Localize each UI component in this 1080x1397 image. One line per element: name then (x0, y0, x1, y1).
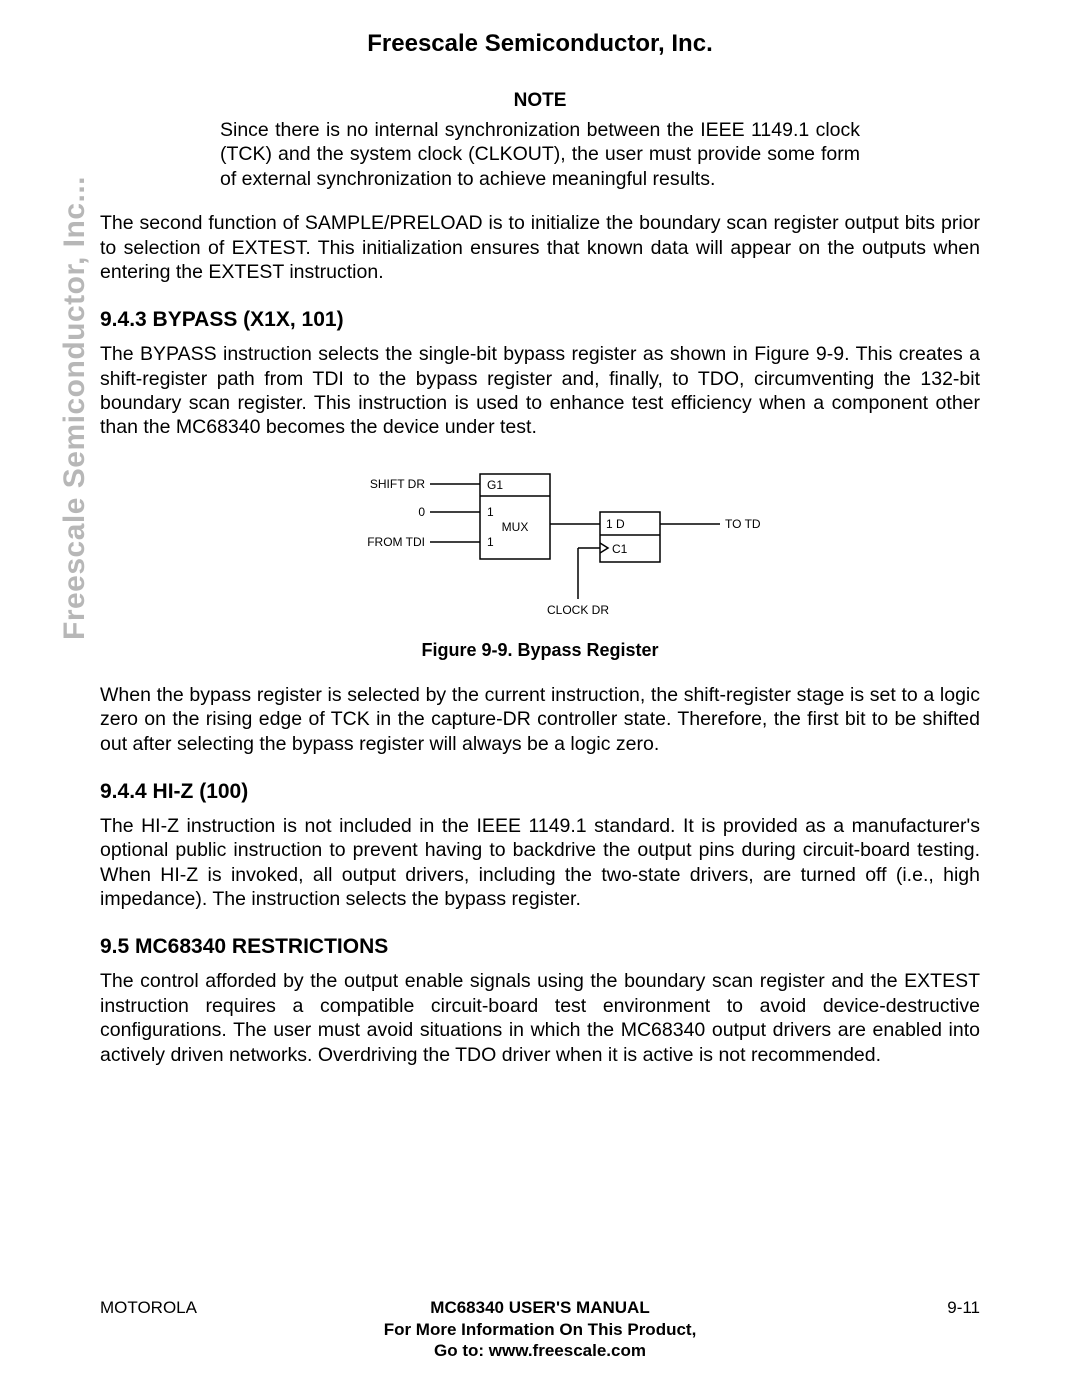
note-label: NOTE (100, 90, 980, 112)
label-g1: G1 (487, 478, 503, 492)
paragraph-hiz: The HI-Z instruction is not included in … (100, 814, 980, 912)
label-shiftdr: SHIFT DR (370, 477, 425, 491)
footer-right: 9-11 (830, 1298, 980, 1318)
label-totdo: TO TDO (725, 517, 760, 531)
paragraph-sample-preload: The second function of SAMPLE/PRELOAD is… (100, 211, 980, 284)
document-page: Freescale Semiconductor, Inc. NOTE Since… (0, 0, 1080, 1397)
label-one-a: 1 (487, 505, 494, 519)
paragraph-restrictions: The control afforded by the output enabl… (100, 969, 980, 1067)
label-mux: MUX (502, 520, 529, 534)
label-clockdr: CLOCK DR (547, 603, 609, 617)
label-fromtdi: FROM TDI (367, 535, 425, 549)
paragraph-bypass-2: When the bypass register is selected by … (100, 683, 980, 756)
footer-center: MC68340 USER'S MANUAL (250, 1298, 830, 1318)
note-body: Since there is no internal synchronizati… (220, 118, 860, 191)
page-header: Freescale Semiconductor, Inc. (100, 30, 980, 58)
label-one-b: 1 (487, 535, 494, 549)
footer-info-line2: Go to: www.freescale.com (100, 1341, 980, 1361)
heading-restrictions: 9.5 MC68340 RESTRICTIONS (100, 935, 980, 959)
side-watermark: Freescale Semiconductor, Inc... (58, 176, 92, 640)
paragraph-bypass: The BYPASS instruction selects the singl… (100, 342, 980, 440)
label-c1: C1 (612, 542, 628, 556)
heading-hiz: 9.4.4 HI-Z (100) (100, 780, 980, 804)
figure-caption: Figure 9-9. Bypass Register (100, 640, 980, 661)
footer-info-line1: For More Information On This Product, (100, 1320, 980, 1340)
bypass-register-diagram-icon: SHIFT DR 0 FROM TDI G1 1 1 MUX 1 D C1 TO… (320, 464, 760, 624)
footer-left: MOTOROLA (100, 1298, 250, 1318)
figure-bypass-register: SHIFT DR 0 FROM TDI G1 1 1 MUX 1 D C1 TO… (100, 464, 980, 624)
label-zero: 0 (418, 505, 425, 519)
heading-bypass: 9.4.3 BYPASS (X1X, 101) (100, 308, 980, 332)
label-oned: 1 D (606, 517, 625, 531)
page-footer: MOTOROLA MC68340 USER'S MANUAL 9-11 For … (100, 1298, 980, 1361)
